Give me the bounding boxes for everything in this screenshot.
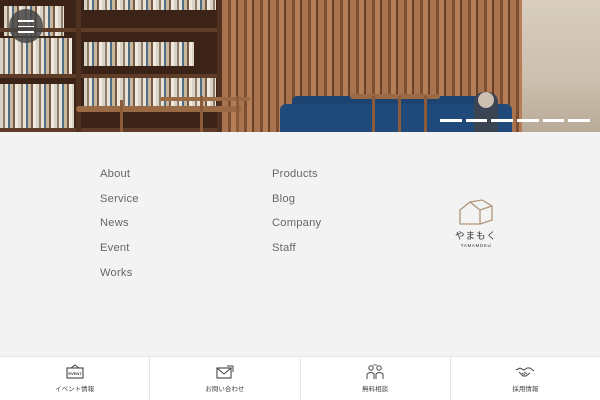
nav-link-works[interactable]: Works (100, 265, 139, 290)
recruitment-button[interactable]: 採用情報 (451, 357, 600, 400)
hero-slideshow (0, 0, 600, 132)
yamamoku-logo[interactable]: やまもく YAMAMOKU (450, 198, 502, 248)
nav-link-blog[interactable]: Blog (272, 191, 321, 216)
free-consultation-label: 無料相談 (362, 386, 389, 393)
slide-indicator[interactable] (465, 119, 488, 122)
handshake-icon (516, 367, 535, 377)
logo-english-text: YAMAMOKU (460, 243, 492, 248)
hamburger-icon (18, 20, 34, 22)
footer-nav-column-2: Products Blog Company Staff (272, 166, 321, 265)
window-light (522, 0, 600, 132)
nav-link-service[interactable]: Service (100, 191, 139, 216)
nav-link-event[interactable]: Event (100, 240, 139, 265)
event-info-label: イベント情報 (55, 386, 95, 393)
recruitment-label: 採用情報 (512, 386, 539, 393)
contact-label: お問い合わせ (205, 386, 245, 393)
slide-indicator[interactable] (542, 119, 565, 122)
logo-japanese-text: やまもく (454, 231, 497, 242)
wooden-chair (76, 106, 242, 112)
footer-nav-column-1: About Service News Event Works (100, 166, 139, 289)
consultation-icon (366, 364, 384, 379)
nav-link-about[interactable]: About (100, 166, 139, 191)
slide-indicator[interactable] (440, 119, 462, 122)
free-consultation-button[interactable]: 無料相談 (301, 357, 451, 400)
nav-link-staff[interactable]: Staff (272, 240, 321, 265)
contact-button[interactable]: お問い合わせ (150, 357, 301, 400)
svg-text:EVENT: EVENT (68, 371, 82, 376)
slide-indicator[interactable] (517, 119, 539, 122)
mail-icon (216, 365, 234, 379)
bottom-action-bar: EVENT イベント情報 お問い合わせ 無料相談 採用情報 (0, 356, 600, 400)
slide-indicator[interactable] (568, 119, 591, 122)
house-logo-icon (459, 199, 493, 225)
slide-indicators (440, 119, 591, 123)
slide-indicator[interactable] (491, 119, 514, 122)
event-info-button[interactable]: EVENT イベント情報 (0, 357, 151, 400)
nav-link-news[interactable]: News (100, 215, 139, 240)
nav-link-products[interactable]: Products (272, 166, 321, 191)
nav-link-company[interactable]: Company (272, 215, 321, 240)
event-board-icon: EVENT (66, 364, 84, 379)
menu-button[interactable] (9, 9, 43, 43)
